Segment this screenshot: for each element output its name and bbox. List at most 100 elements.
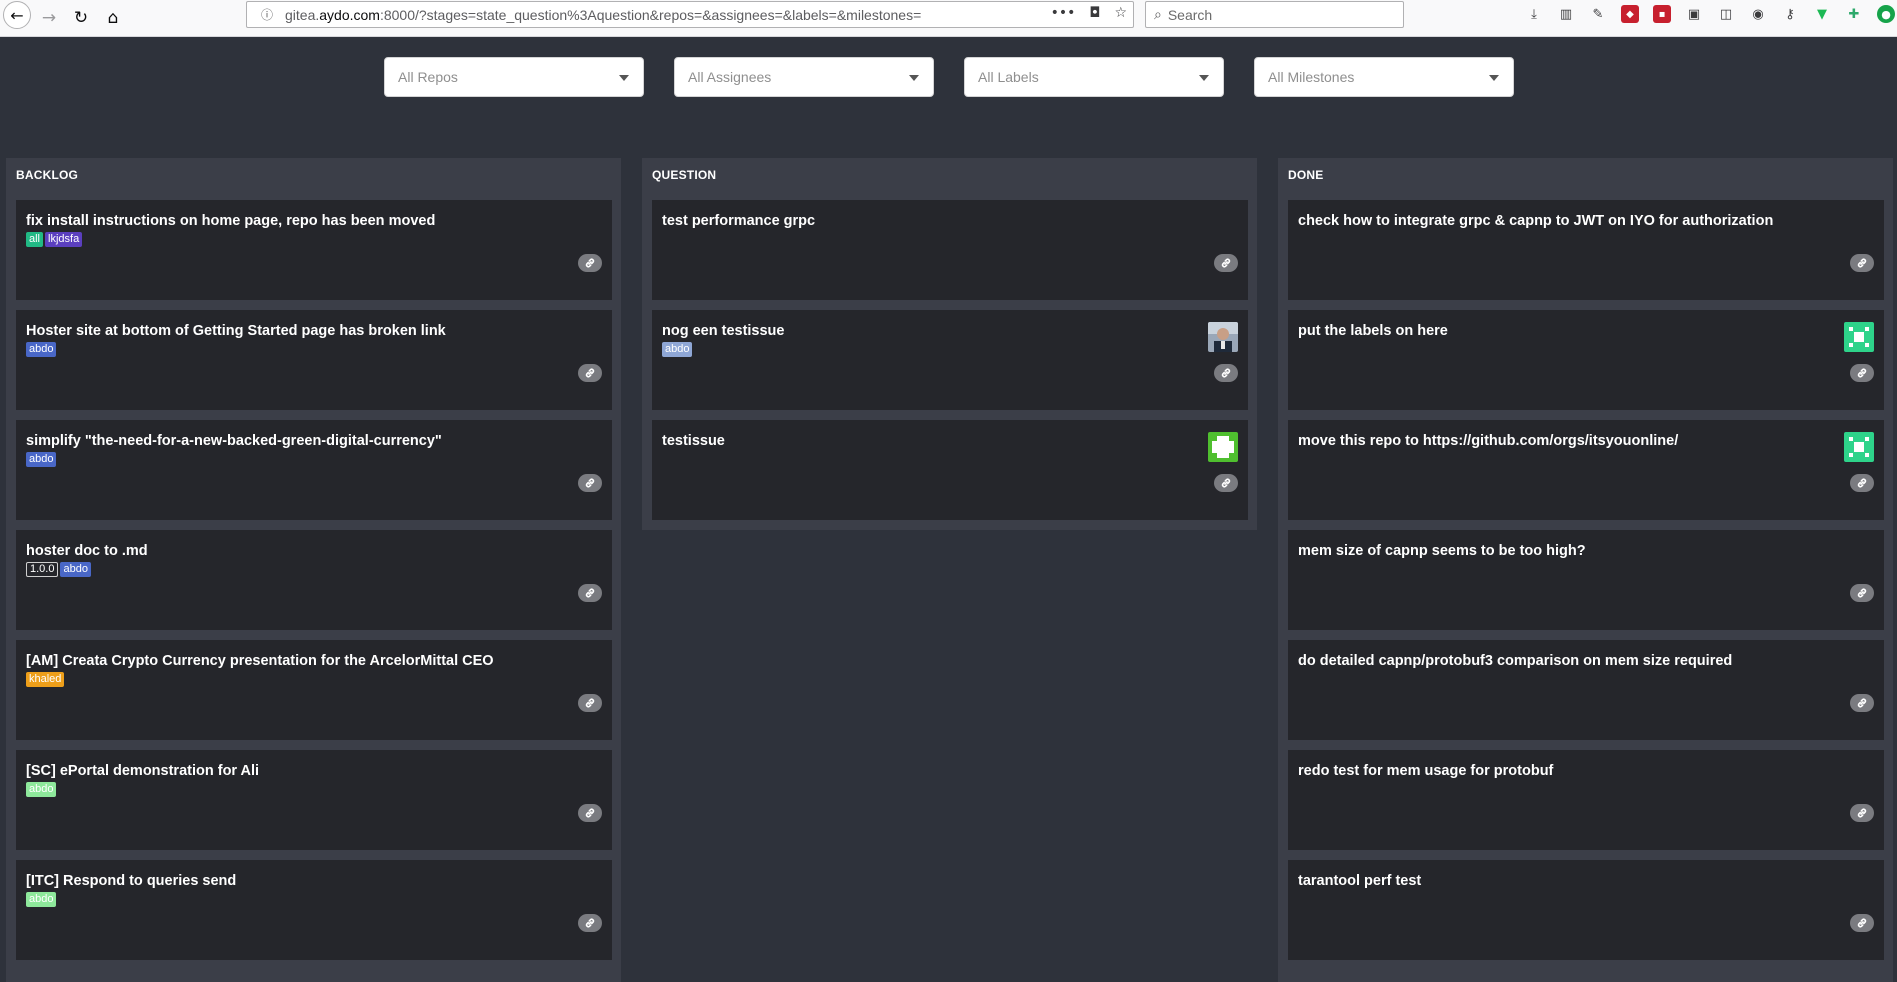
label-badge[interactable]: abdo bbox=[26, 452, 57, 467]
link-icon[interactable] bbox=[1850, 254, 1874, 272]
link-icon[interactable] bbox=[578, 694, 602, 712]
column-title: DONE bbox=[1288, 168, 1324, 182]
address-bar[interactable]: ⓘ gitea.aydo.com:8000/?stages=state_ques… bbox=[246, 1, 1134, 28]
issue-card[interactable]: do detailed capnp/protobuf3 comparison o… bbox=[1288, 640, 1884, 740]
link-icon[interactable] bbox=[1850, 364, 1874, 382]
eyedropper-icon[interactable]: ✎ bbox=[1589, 5, 1607, 23]
vue-devtools-icon[interactable]: ▼ bbox=[1813, 5, 1831, 23]
assignees-filter[interactable]: All Assignees bbox=[674, 57, 934, 97]
info-icon[interactable]: ⓘ bbox=[255, 6, 279, 23]
issue-card[interactable]: [SC] ePortal demonstration for Ali abdo bbox=[16, 750, 612, 850]
ublock-icon[interactable]: ◆ bbox=[1621, 5, 1639, 23]
download-icon[interactable]: ⤓ bbox=[1525, 5, 1543, 23]
issue-card[interactable]: hoster doc to .md 1.0.0 abdo bbox=[16, 530, 612, 630]
issue-title[interactable]: do detailed capnp/protobuf3 comparison o… bbox=[1298, 653, 1732, 669]
grammarly-icon[interactable]: ● bbox=[1877, 5, 1895, 23]
issue-title[interactable]: mem size of capnp seems to be too high? bbox=[1298, 543, 1586, 559]
issue-card[interactable]: tarantool perf test bbox=[1288, 860, 1884, 960]
issue-title[interactable]: hoster doc to .md bbox=[26, 543, 148, 559]
bookmark-star-icon[interactable]: ☆ bbox=[1114, 5, 1127, 21]
issue-card[interactable]: fix install instructions on home page, r… bbox=[16, 200, 612, 300]
milestones-filter[interactable]: All Milestones bbox=[1254, 57, 1514, 97]
label-badge[interactable]: all bbox=[26, 232, 44, 247]
url-text: gitea.aydo.com:8000/?stages=state_questi… bbox=[285, 6, 922, 23]
issue-card[interactable]: check how to integrate grpc & capnp to J… bbox=[1288, 200, 1884, 300]
browser-toolbar: ← → ↻ ⌂ ⓘ gitea.aydo.com:8000/?stages=st… bbox=[0, 0, 1897, 37]
issue-card[interactable]: simplify "the-need-for-a-new-backed-gree… bbox=[16, 420, 612, 520]
pocket-icon[interactable]: ◘ bbox=[1089, 5, 1100, 21]
issue-title[interactable]: tarantool perf test bbox=[1298, 873, 1421, 889]
label-badge[interactable]: abdo bbox=[60, 562, 91, 577]
link-icon[interactable] bbox=[1850, 474, 1874, 492]
link-icon[interactable] bbox=[1850, 914, 1874, 932]
issue-title[interactable]: nog een testissue bbox=[662, 323, 784, 339]
link-icon[interactable] bbox=[1214, 364, 1238, 382]
label-badge[interactable]: abdo bbox=[26, 342, 57, 357]
label-badge[interactable]: abdo bbox=[662, 342, 693, 357]
issue-card[interactable]: [AM] Creata Crypto Currency presentation… bbox=[16, 640, 612, 740]
issue-card[interactable]: Hoster site at bottom of Getting Started… bbox=[16, 310, 612, 410]
issue-title[interactable]: Hoster site at bottom of Getting Started… bbox=[26, 323, 446, 339]
issue-title[interactable]: put the labels on here bbox=[1298, 323, 1448, 339]
link-icon[interactable] bbox=[578, 254, 602, 272]
issue-title[interactable]: fix install instructions on home page, r… bbox=[26, 213, 435, 229]
issue-labels: abdo bbox=[26, 452, 57, 467]
reader-icon[interactable]: ◫ bbox=[1717, 5, 1735, 23]
repos-filter[interactable]: All Repos bbox=[384, 57, 644, 97]
page-actions-icon[interactable]: ••• bbox=[1051, 5, 1076, 21]
link-icon[interactable] bbox=[1850, 804, 1874, 822]
hd-extension-icon[interactable]: ▪ bbox=[1653, 5, 1671, 23]
screenshot-icon[interactable]: ▣ bbox=[1685, 5, 1703, 23]
link-icon[interactable] bbox=[578, 584, 602, 602]
search-bar[interactable]: ⌕ bbox=[1145, 1, 1404, 28]
issue-card[interactable]: [ITC] Respond to queries send abdo bbox=[16, 860, 612, 960]
library-icon[interactable]: ▥ bbox=[1557, 5, 1575, 23]
link-icon[interactable] bbox=[1214, 474, 1238, 492]
home-button[interactable]: ⌂ bbox=[100, 5, 126, 31]
label-badge[interactable]: lkjdsfa bbox=[45, 232, 83, 247]
issue-labels: abdo bbox=[662, 342, 693, 357]
issue-title[interactable]: testissue bbox=[662, 433, 725, 449]
label-badge[interactable]: abdo bbox=[26, 782, 57, 797]
forward-button[interactable]: → bbox=[36, 5, 62, 31]
issue-title[interactable]: [AM] Creata Crypto Currency presentation… bbox=[26, 653, 494, 669]
issue-card[interactable]: put the labels on here bbox=[1288, 310, 1884, 410]
issue-title[interactable]: simplify "the-need-for-a-new-backed-gree… bbox=[26, 433, 442, 449]
assignee-avatar[interactable] bbox=[1208, 432, 1238, 462]
assignee-avatar[interactable] bbox=[1844, 322, 1874, 352]
issue-card[interactable]: nog een testissue abdo bbox=[652, 310, 1248, 410]
issue-card[interactable]: redo test for mem usage for protobuf bbox=[1288, 750, 1884, 850]
key-icon[interactable]: ⚷ bbox=[1781, 5, 1799, 23]
back-button[interactable]: ← bbox=[3, 1, 31, 29]
issue-card[interactable]: mem size of capnp seems to be too high? bbox=[1288, 530, 1884, 630]
issue-title[interactable]: [SC] ePortal demonstration for Ali bbox=[26, 763, 259, 779]
label-badge[interactable]: khaled bbox=[26, 672, 65, 687]
issue-title[interactable]: check how to integrate grpc & capnp to J… bbox=[1298, 213, 1773, 229]
issue-title[interactable]: move this repo to https://github.com/org… bbox=[1298, 433, 1678, 449]
link-icon[interactable] bbox=[1850, 694, 1874, 712]
link-icon[interactable] bbox=[578, 914, 602, 932]
browser-extensions: ⤓ ▥ ✎ ◆ ▪ ▣ ◫ ◉ ⚷ ▼ ✚ ● ≡ bbox=[1525, 5, 1897, 23]
search-input[interactable] bbox=[1167, 6, 1368, 23]
assignee-avatar[interactable] bbox=[1844, 432, 1874, 462]
board-column-backlog: BACKLOG fix install instructions on home … bbox=[6, 158, 621, 982]
label-badge[interactable]: abdo bbox=[26, 892, 57, 907]
label-badge[interactable]: 1.0.0 bbox=[26, 562, 59, 577]
link-icon[interactable] bbox=[1850, 584, 1874, 602]
link-icon[interactable] bbox=[578, 474, 602, 492]
link-icon[interactable] bbox=[578, 804, 602, 822]
labels-filter[interactable]: All Labels bbox=[964, 57, 1224, 97]
issue-card[interactable]: move this repo to https://github.com/org… bbox=[1288, 420, 1884, 520]
issue-title[interactable]: test performance grpc bbox=[662, 213, 815, 229]
issue-title[interactable]: redo test for mem usage for protobuf bbox=[1298, 763, 1553, 779]
lastpass-icon[interactable]: ◉ bbox=[1749, 5, 1767, 23]
reload-button[interactable]: ↻ bbox=[68, 5, 94, 31]
link-icon[interactable] bbox=[1214, 254, 1238, 272]
assignee-avatar[interactable] bbox=[1208, 322, 1238, 352]
issue-card[interactable]: test performance grpc bbox=[652, 200, 1248, 300]
issue-title[interactable]: [ITC] Respond to queries send bbox=[26, 873, 236, 889]
column-title: QUESTION bbox=[652, 168, 717, 182]
link-icon[interactable] bbox=[578, 364, 602, 382]
issue-card[interactable]: testissue bbox=[652, 420, 1248, 520]
puzzle-icon[interactable]: ✚ bbox=[1845, 5, 1863, 23]
